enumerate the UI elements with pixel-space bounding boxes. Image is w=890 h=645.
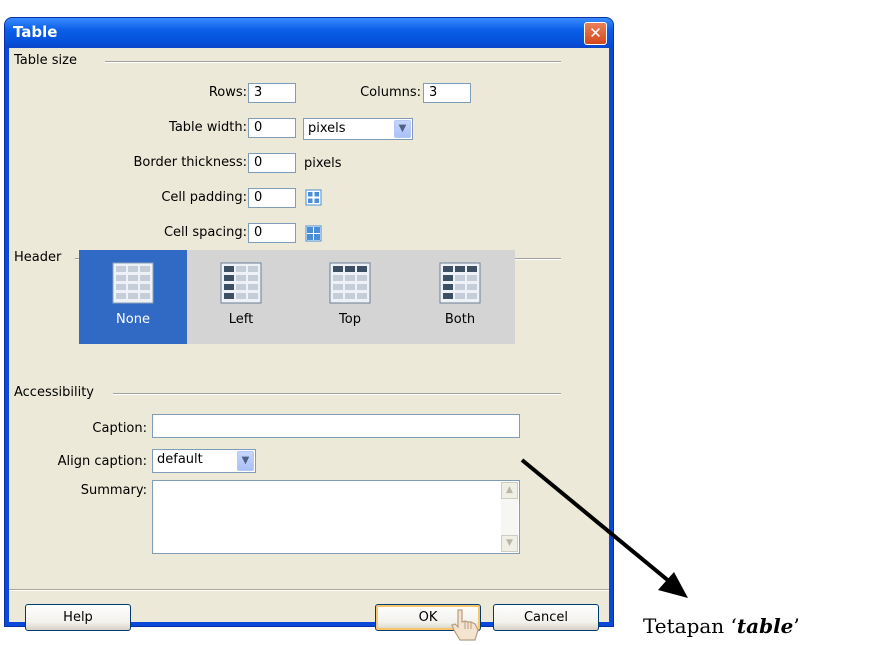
caption-input[interactable] (152, 414, 520, 438)
header-option-none[interactable]: None (79, 250, 187, 344)
table-left-header-icon (220, 262, 262, 304)
cell-spacing-icon (305, 225, 322, 242)
table-width-input[interactable]: 0 (248, 118, 296, 138)
table-width-unit-select[interactable]: pixels ▼ (303, 118, 413, 140)
cell-padding-label: Cell padding: (161, 190, 247, 205)
header-group-label: Header (14, 250, 68, 265)
header-options: None Left Top Both (79, 250, 515, 344)
table-none-icon (112, 262, 154, 304)
header-option-left-label: Left (228, 312, 254, 327)
columns-input[interactable]: 3 (423, 83, 471, 103)
header-option-both[interactable]: Both (405, 250, 515, 344)
annotation-caption: Tetapan ‘table’ (643, 614, 800, 638)
dialog-title: Table (13, 23, 58, 41)
rows-label: Rows: (208, 85, 247, 100)
rows-input[interactable]: 3 (248, 83, 296, 103)
cell-spacing-label: Cell spacing: (163, 225, 247, 240)
align-caption-select[interactable]: default ▼ (152, 449, 256, 473)
annotation-arrow-icon (520, 458, 688, 598)
summary-textarea[interactable]: ▲ ▼ (152, 480, 520, 554)
close-button[interactable]: ✕ (584, 22, 607, 45)
cell-padding-input[interactable]: 0 (248, 188, 296, 208)
annotation-emphasis: table (736, 614, 794, 638)
border-unit-label: pixels (304, 156, 342, 171)
header-option-none-label: None (116, 312, 150, 327)
header-option-top-label: Top (339, 312, 361, 327)
annotation-suffix: ’ (793, 614, 800, 638)
border-thickness-input[interactable]: 0 (248, 153, 296, 173)
table-top-header-icon (329, 262, 371, 304)
chevron-down-icon[interactable]: ▼ (237, 451, 254, 471)
columns-label: Columns: (360, 85, 421, 100)
border-thickness-label: Border thickness: (133, 155, 247, 170)
annotation-prefix: Tetapan ‘ (643, 614, 737, 638)
align-caption-value: default (157, 452, 203, 467)
table-both-header-icon (439, 262, 481, 304)
cell-spacing-input[interactable]: 0 (248, 223, 296, 243)
hand-cursor-icon (451, 609, 479, 641)
table-width-unit-value: pixels (308, 121, 346, 136)
cell-padding-icon (305, 189, 322, 206)
table-size-group-label: Table size (14, 53, 83, 68)
header-option-left[interactable]: Left (187, 250, 295, 344)
table-width-label: Table width: (169, 120, 247, 135)
help-button[interactable]: Help (25, 604, 131, 631)
header-option-both-label: Both (444, 312, 476, 327)
header-option-top[interactable]: Top (295, 250, 405, 344)
chevron-down-icon[interactable]: ▼ (394, 120, 411, 138)
title-bar[interactable]: Table ✕ (5, 18, 613, 48)
table-size-divider (105, 61, 561, 63)
close-icon: ✕ (589, 24, 602, 42)
